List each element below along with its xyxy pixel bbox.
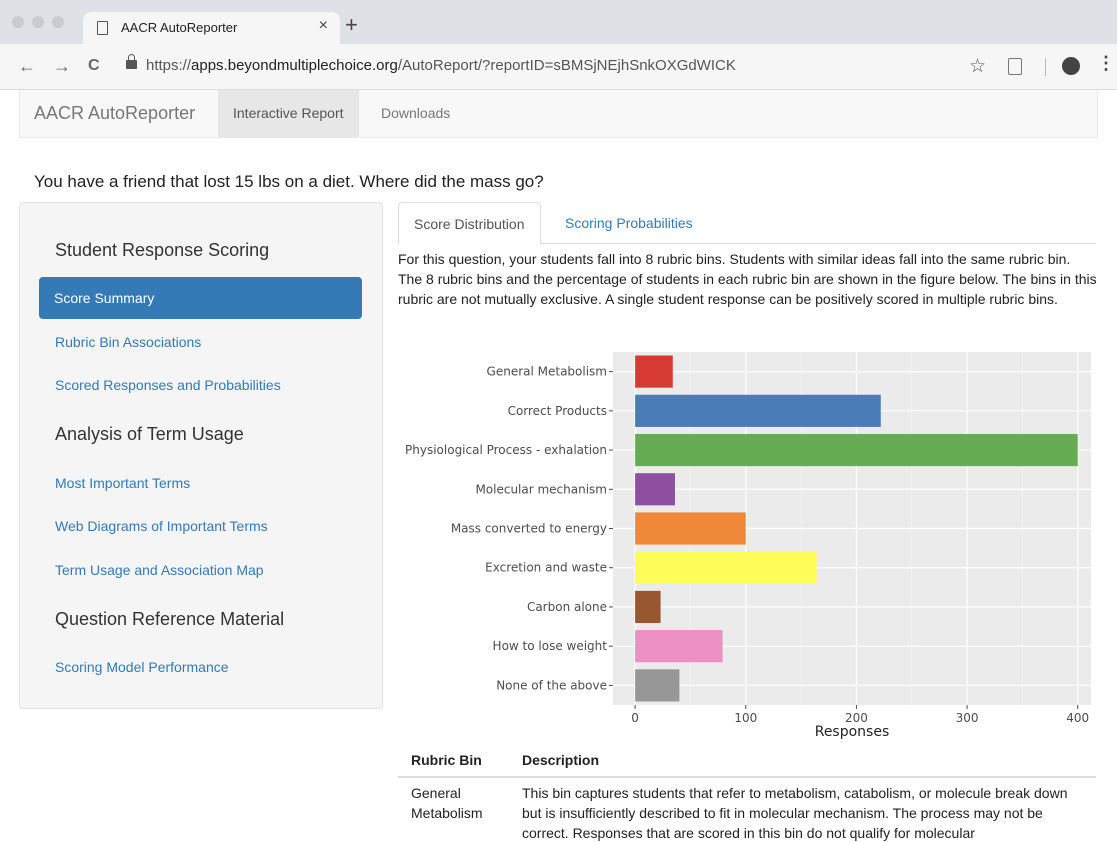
x-tick-label: 100 — [734, 711, 757, 725]
bar-6 — [635, 590, 661, 624]
bar-0 — [635, 355, 673, 388]
bar-3 — [635, 473, 675, 506]
column-header-description: Description — [522, 752, 600, 768]
lock-icon — [126, 54, 137, 69]
sidebar-item-rubric-bin-associations[interactable]: Rubric Bin Associations — [55, 334, 201, 350]
x-axis-label: Responses — [815, 724, 890, 740]
app-navbar: AACR AutoReporter Interactive Report Dow… — [19, 90, 1098, 138]
nav-downloads[interactable]: Downloads — [366, 90, 465, 137]
window-zoom-dot[interactable] — [52, 16, 64, 28]
reload-icon[interactable]: C — [88, 56, 100, 76]
sidebar: Student Response Scoring Score Summary R… — [19, 202, 383, 709]
profile-icon[interactable] — [1062, 57, 1080, 75]
nav-interactive-report[interactable]: Interactive Report — [218, 90, 359, 137]
page-icon — [97, 21, 108, 35]
brand[interactable]: AACR AutoReporter — [34, 103, 195, 124]
sidebar-heading-scoring: Student Response Scoring — [55, 240, 270, 260]
x-tick-label: 300 — [956, 711, 979, 725]
main-tabs: Score Distribution Scoring Probabilities — [398, 202, 1096, 245]
new-tab-icon[interactable]: + — [345, 14, 358, 36]
x-tick-label: 200 — [845, 711, 868, 725]
bar-4 — [635, 512, 746, 545]
tab-scoring-probabilities[interactable]: Scoring Probabilities — [550, 202, 708, 244]
window-close-dot[interactable] — [12, 16, 24, 28]
table-row-description: This bin captures students that refer to… — [522, 785, 1068, 841]
category-label: General Metabolism — [487, 365, 607, 379]
sidebar-item-scored-responses[interactable]: Scored Responses and Probabilities — [55, 377, 281, 393]
toolbar-divider — [1045, 58, 1046, 76]
category-label: Molecular mechanism — [475, 482, 607, 496]
category-label: None of the above — [496, 678, 607, 692]
x-tick-label: 400 — [1066, 711, 1089, 725]
bar-8 — [635, 669, 680, 702]
sidebar-heading-reference: Question Reference Material — [55, 609, 285, 629]
score-distribution-chart: General Metabolism Correct Products Physio… — [405, 352, 1091, 740]
sidebar-item-term-usage-map[interactable]: Term Usage and Association Map — [55, 562, 264, 578]
browser-tabstrip: AACR AutoReporter × + — [0, 0, 1117, 44]
forward-icon[interactable]: → — [53, 56, 71, 76]
address-bar: ← → C https://apps.beyondmultiplechoice.… — [0, 44, 1117, 90]
bar-1 — [635, 394, 881, 427]
bookmark-star-icon[interactable]: ☆ — [969, 55, 986, 78]
tab-score-distribution[interactable]: Score Distribution — [398, 202, 541, 245]
category-label: How to lose weight — [493, 639, 608, 653]
reader-icon[interactable] — [1008, 58, 1022, 75]
intro-text: For this question, your students fall in… — [398, 251, 1097, 307]
sidebar-item-score-summary[interactable]: Score Summary — [39, 277, 362, 319]
back-icon[interactable]: ← — [18, 56, 36, 76]
category-label: Carbon alone — [527, 600, 607, 614]
sidebar-heading-term-usage: Analysis of Term Usage — [55, 424, 244, 444]
window-minimize-dot[interactable] — [32, 16, 44, 28]
question-title: You have a friend that lost 15 lbs on a … — [34, 172, 544, 191]
url-field[interactable]: https://apps.beyondmultiplechoice.org/Au… — [146, 57, 736, 74]
bar-2 — [635, 433, 1078, 467]
category-label: Excretion and waste — [485, 561, 607, 575]
sidebar-item-important-terms[interactable]: Most Important Terms — [55, 475, 190, 491]
category-label: Mass converted to energy — [451, 522, 607, 536]
bar-7 — [635, 630, 723, 663]
bar-5 — [635, 551, 817, 584]
tab-close-icon[interactable]: × — [319, 17, 328, 35]
tab-title: AACR AutoReporter — [121, 20, 238, 35]
column-header-rubric-bin: Rubric Bin — [411, 752, 482, 768]
category-label: Correct Products — [508, 404, 607, 418]
category-label: Physiological Process - exhalation — [405, 443, 607, 457]
sidebar-item-scoring-model-performance[interactable]: Scoring Model Performance — [55, 659, 229, 675]
menu-icon[interactable]: ⋮ — [1097, 53, 1115, 73]
sidebar-item-web-diagrams[interactable]: Web Diagrams of Important Terms — [55, 518, 268, 534]
browser-tab[interactable]: AACR AutoReporter × — [83, 12, 340, 44]
rubric-table-header: Rubric Bin Description — [398, 745, 1096, 778]
x-tick-label: 0 — [631, 711, 639, 725]
table-row-bin: General Metabolism — [411, 785, 483, 821]
